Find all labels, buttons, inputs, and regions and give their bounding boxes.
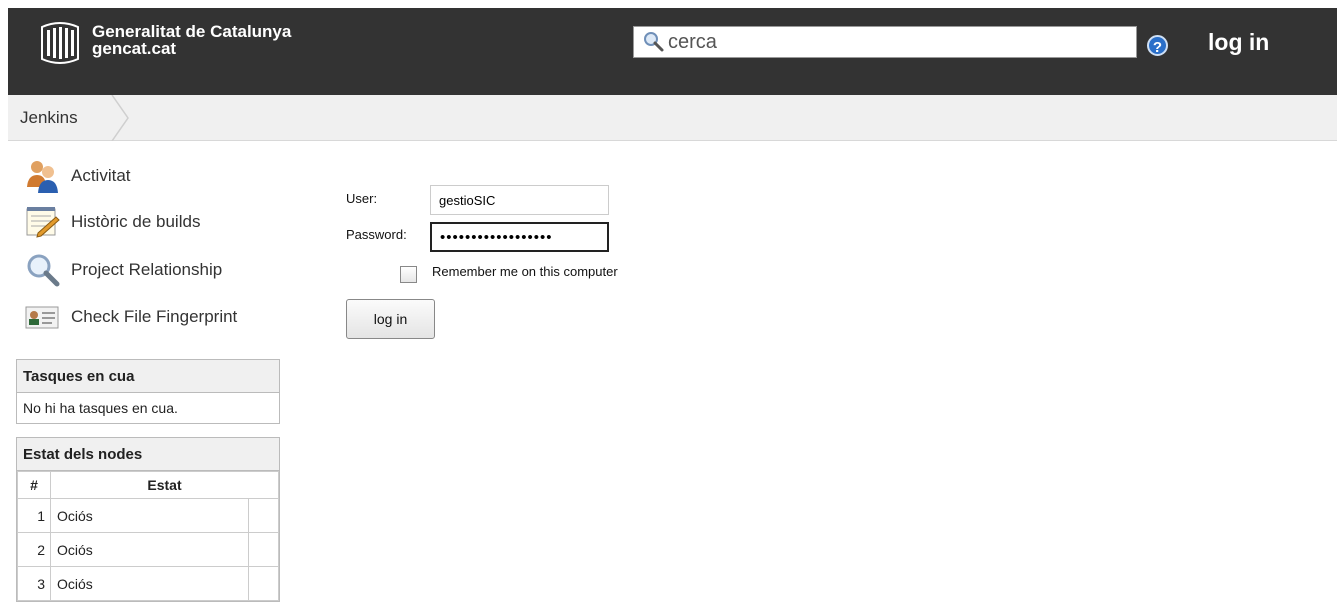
executor-extra bbox=[248, 498, 279, 533]
notepad-icon bbox=[26, 207, 60, 238]
executor-status: Ociós bbox=[50, 566, 249, 601]
org-name: Generalitat de Catalunya bbox=[92, 22, 292, 41]
task-label[interactable]: Activitat bbox=[71, 166, 131, 186]
gencat-logo[interactable]: Generalitat de Catalunya gencat.cat bbox=[38, 21, 291, 65]
user-label: User: bbox=[346, 191, 378, 206]
build-queue-panel: Tasques en cua No hi ha tasques en cua. bbox=[16, 359, 280, 424]
search-input[interactable] bbox=[666, 28, 1126, 56]
task-activitat[interactable]: Activitat bbox=[24, 158, 131, 194]
search-box[interactable] bbox=[633, 26, 1137, 58]
table-row: 3 Ociós bbox=[17, 566, 279, 601]
build-queue-empty-text: No hi ha tasques en cua. bbox=[23, 400, 178, 416]
executor-number: 2 bbox=[17, 532, 51, 567]
search-icon bbox=[644, 32, 664, 52]
table-row: 1 Ociós bbox=[17, 498, 279, 533]
executor-number: 3 bbox=[17, 566, 51, 601]
executor-extra bbox=[248, 532, 279, 567]
breadcrumb: Jenkins bbox=[8, 95, 1337, 141]
help-icon[interactable]: ? bbox=[1147, 35, 1168, 56]
executors-panel: Estat dels nodes # Estat 1 Ociós 2 Ociós… bbox=[16, 437, 280, 602]
remember-me-checkbox[interactable] bbox=[400, 266, 417, 283]
task-check-fingerprint[interactable]: Check File Fingerprint bbox=[24, 299, 237, 335]
task-label[interactable]: Check File Fingerprint bbox=[71, 307, 237, 327]
org-domain: gencat.cat bbox=[92, 39, 177, 58]
col-header-status: Estat bbox=[50, 471, 279, 499]
executors-table: # Estat 1 Ociós 2 Ociós 3 Ociós bbox=[17, 471, 279, 601]
task-project-relationship[interactable]: Project Relationship bbox=[24, 252, 222, 288]
task-label[interactable]: Històric de builds bbox=[71, 212, 200, 232]
remember-me-label: Remember me on this computer bbox=[432, 264, 618, 279]
executor-status: Ociós bbox=[50, 532, 249, 567]
executor-extra bbox=[248, 566, 279, 601]
task-historic-builds[interactable]: Històric de builds bbox=[24, 204, 200, 240]
password-label: Password: bbox=[346, 227, 407, 242]
executor-status: Ociós bbox=[50, 498, 249, 533]
people-icon bbox=[27, 161, 58, 193]
build-queue-title[interactable]: Tasques en cua bbox=[17, 360, 279, 393]
breadcrumb-separator-icon bbox=[111, 95, 129, 141]
header-login-link[interactable]: log in bbox=[1208, 29, 1269, 56]
task-label[interactable]: Project Relationship bbox=[71, 260, 222, 280]
username-field[interactable] bbox=[430, 185, 609, 215]
gencat-emblem-icon bbox=[41, 22, 79, 64]
magnifier-icon bbox=[27, 254, 60, 287]
executor-number: 1 bbox=[17, 498, 51, 533]
password-field[interactable] bbox=[430, 222, 609, 252]
col-header-num: # bbox=[17, 471, 51, 499]
executors-title[interactable]: Estat dels nodes bbox=[17, 438, 279, 471]
top-header: Generalitat de Catalunya gencat.cat ? lo… bbox=[8, 8, 1337, 95]
breadcrumb-item-jenkins[interactable]: Jenkins bbox=[20, 108, 78, 128]
table-row: 2 Ociós bbox=[17, 532, 279, 567]
fingerprint-card-icon bbox=[25, 306, 59, 329]
login-submit-button[interactable]: log in bbox=[346, 299, 435, 339]
